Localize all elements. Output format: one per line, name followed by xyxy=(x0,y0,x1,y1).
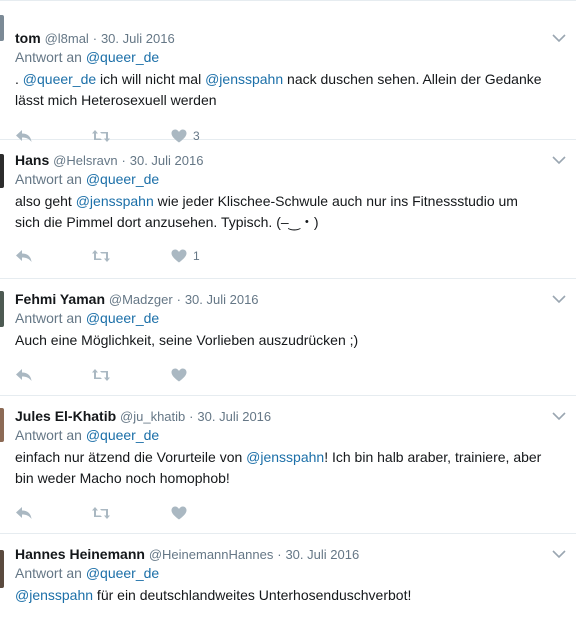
text-segment: für ein deutschlandweites Unterhosendusc… xyxy=(93,587,412,603)
heart-icon[interactable] xyxy=(171,368,193,382)
tweet-text: @jensspahn für ein deutschlandweites Unt… xyxy=(15,585,542,606)
reply-prefix: Antwort an xyxy=(15,310,82,326)
reply-icon[interactable] xyxy=(15,368,91,382)
text-segment: also geht xyxy=(15,193,76,209)
tweet[interactable]: tom @l8mal · 30. Juli 2016 Antwort an @q… xyxy=(0,1,576,143)
tweet-text: . @queer_de ich will nicht mal @jensspah… xyxy=(15,69,542,111)
mention-link[interactable]: @queer_de xyxy=(86,49,159,65)
tweet[interactable]: Hans @Helsravn · 30. Juli 2016 Antwort a… xyxy=(0,140,576,279)
author-name[interactable]: tom xyxy=(15,30,41,46)
retweet-icon[interactable] xyxy=(91,368,171,382)
retweet-icon[interactable] xyxy=(91,506,171,520)
author-handle[interactable]: @l8mal xyxy=(45,31,89,46)
tweet-date[interactable]: 30. Juli 2016 xyxy=(197,409,271,424)
mention-link[interactable]: @jensspahn xyxy=(76,193,154,209)
tweet-date[interactable]: 30. Juli 2016 xyxy=(285,547,359,562)
tweet[interactable]: Fehmi Yaman @Madzger · 30. Juli 2016 Ant… xyxy=(0,279,576,396)
tweet-header: Fehmi Yaman @Madzger · 30. Juli 2016 xyxy=(15,279,542,309)
chevron-down-icon[interactable] xyxy=(552,549,566,559)
mention-link[interactable]: @queer_de xyxy=(86,565,159,581)
reply-icon[interactable] xyxy=(15,506,91,520)
chevron-down-icon[interactable] xyxy=(552,155,566,165)
separator: · xyxy=(176,292,181,307)
tweet-timeline: tom @l8mal · 30. Juli 2016 Antwort an @q… xyxy=(0,0,576,640)
avatar[interactable] xyxy=(0,550,4,588)
author-handle[interactable]: @HeinemannHannes xyxy=(149,547,274,562)
mention-link[interactable]: @jensspahn xyxy=(205,71,283,87)
author-name[interactable]: Hans xyxy=(15,152,49,168)
avatar[interactable] xyxy=(0,291,4,327)
tweet-text: also geht @jensspahn wie jeder Klischee-… xyxy=(15,191,542,233)
separator: · xyxy=(121,153,126,168)
chevron-down-icon[interactable] xyxy=(552,294,566,304)
tweet-actions: 1 xyxy=(15,246,200,266)
mention-link[interactable]: @queer_de xyxy=(86,171,159,187)
reply-prefix: Antwort an xyxy=(15,171,82,187)
avatar[interactable] xyxy=(0,154,4,188)
reply-context: Antwort an @queer_de xyxy=(15,170,542,189)
mention-link[interactable]: @queer_de xyxy=(86,310,159,326)
author-handle[interactable]: @Madzger xyxy=(109,292,173,307)
tweet-date[interactable]: 30. Juli 2016 xyxy=(130,153,204,168)
chevron-down-icon[interactable] xyxy=(552,33,566,43)
tweet-header: tom @l8mal · 30. Juli 2016 xyxy=(15,1,542,48)
separator: · xyxy=(189,409,194,424)
tweet-header: Jules El-Khatib @ju_khatib · 30. Juli 20… xyxy=(15,396,542,426)
mention-link[interactable]: @jensspahn xyxy=(15,587,93,603)
tweet-text: Auch eine Möglichkeit, seine Vorlieben a… xyxy=(15,330,542,351)
tweet-header: Hannes Heinemann @HeinemannHannes · 30. … xyxy=(15,534,542,564)
tweet[interactable]: Jules El-Khatib @ju_khatib · 30. Juli 20… xyxy=(0,396,576,534)
heart-icon[interactable]: 1 xyxy=(171,249,200,263)
separator: · xyxy=(277,547,282,562)
mention-link[interactable]: @queer_de xyxy=(86,427,159,443)
avatar[interactable] xyxy=(0,15,4,41)
reply-icon[interactable] xyxy=(15,249,91,263)
chevron-down-icon[interactable] xyxy=(552,411,566,421)
reply-context: Antwort an @queer_de xyxy=(15,564,542,583)
reply-context: Antwort an @queer_de xyxy=(15,309,542,328)
author-name[interactable]: Jules El-Khatib xyxy=(15,408,116,424)
author-handle[interactable]: @ju_khatib xyxy=(120,409,185,424)
author-name[interactable]: Fehmi Yaman xyxy=(15,291,105,307)
mention-link[interactable]: @jensspahn xyxy=(246,449,324,465)
avatar[interactable] xyxy=(0,408,4,442)
author-handle[interactable]: @Helsravn xyxy=(53,153,118,168)
tweet-date[interactable]: 30. Juli 2016 xyxy=(101,31,175,46)
tweet-actions xyxy=(15,503,193,523)
tweet-text: einfach nur ätzend die Vorurteile von @j… xyxy=(15,447,542,489)
text-segment: ich will nicht mal xyxy=(96,71,206,87)
text-segment: . xyxy=(15,71,23,87)
reply-prefix: Antwort an xyxy=(15,565,82,581)
reply-prefix: Antwort an xyxy=(15,427,82,443)
tweet-actions xyxy=(15,365,193,385)
reply-context: Antwort an @queer_de xyxy=(15,426,542,445)
tweet-header: Hans @Helsravn · 30. Juli 2016 xyxy=(15,140,542,170)
reply-prefix: Antwort an xyxy=(15,49,82,65)
text-segment: Auch eine Möglichkeit, seine Vorlieben a… xyxy=(15,332,359,348)
heart-icon[interactable] xyxy=(171,506,193,520)
tweet-date[interactable]: 30. Juli 2016 xyxy=(185,292,259,307)
tweet[interactable]: Hannes Heinemann @HeinemannHannes · 30. … xyxy=(0,534,576,640)
separator: · xyxy=(92,31,98,46)
reply-context: Antwort an @queer_de xyxy=(15,48,542,67)
author-name[interactable]: Hannes Heinemann xyxy=(15,546,145,562)
retweet-icon[interactable] xyxy=(91,249,171,263)
mention-link[interactable]: @queer_de xyxy=(23,71,96,87)
like-count: 1 xyxy=(193,249,200,263)
text-segment: einfach nur ätzend die Vorurteile von xyxy=(15,449,247,465)
